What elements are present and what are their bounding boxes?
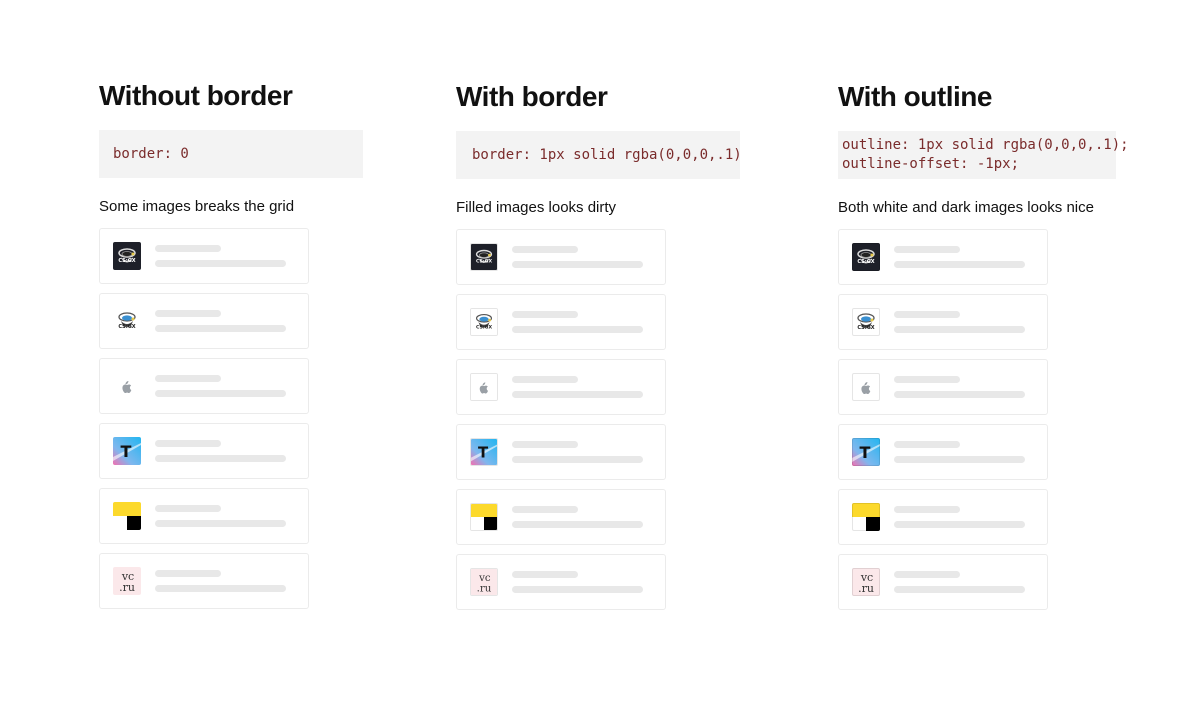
apple-icon bbox=[113, 372, 141, 400]
list-item: CS:GX bbox=[99, 293, 309, 349]
skeleton-title-line bbox=[894, 376, 960, 383]
skeleton-subtitle-line bbox=[512, 391, 643, 398]
code-snippet: border: 0 bbox=[99, 130, 363, 178]
mascot-dark-icon: CS:GX bbox=[852, 243, 880, 271]
skeleton-subtitle-line bbox=[155, 585, 286, 592]
mascot-light-icon: CS:GX bbox=[852, 308, 880, 336]
skeleton-title-line bbox=[894, 246, 960, 253]
skeleton-title-line bbox=[155, 245, 221, 252]
t-letter-icon: T bbox=[113, 437, 141, 465]
skeleton-title-line bbox=[512, 246, 578, 253]
apple-icon bbox=[852, 373, 880, 401]
skeleton-subtitle-line bbox=[155, 260, 286, 267]
skeleton-subtitle-line bbox=[894, 586, 1025, 593]
svg-text:.ru: .ru bbox=[858, 582, 874, 595]
list-item: CS:GX bbox=[456, 229, 666, 285]
vc-ru-icon: vc .ru bbox=[470, 568, 498, 596]
skeleton-subtitle-line bbox=[894, 326, 1025, 333]
svg-text:CS:GX: CS:GX bbox=[476, 259, 492, 265]
svg-text:CS:GX: CS:GX bbox=[118, 258, 135, 264]
column-title: With border bbox=[456, 81, 608, 112]
vc-ru-icon: vc .ru bbox=[113, 567, 141, 595]
skeleton-subtitle-line bbox=[155, 325, 286, 332]
list-item: T bbox=[838, 424, 1048, 480]
list-item bbox=[838, 489, 1048, 545]
skeleton-subtitle-line bbox=[155, 390, 286, 397]
skeleton-title-line bbox=[155, 375, 221, 382]
vc-ru-icon: vc .ru bbox=[852, 568, 880, 596]
list-item bbox=[456, 489, 666, 545]
column-title: Without border bbox=[99, 80, 293, 111]
list-item: vc .ru bbox=[838, 554, 1048, 610]
column-caption: Both white and dark images looks nice bbox=[838, 199, 1094, 216]
skeleton-subtitle-line bbox=[512, 326, 643, 333]
list-item: T bbox=[456, 424, 666, 480]
skeleton-title-line bbox=[894, 571, 960, 578]
skeleton-title-line bbox=[512, 441, 578, 448]
skeleton-title-line bbox=[512, 376, 578, 383]
column-without-border: Without border border: 0 Some images break… bbox=[99, 78, 363, 618]
skeleton-title-line bbox=[155, 570, 221, 577]
code-snippet: border: 1px solid rgba(0,0,0,.1) bbox=[456, 131, 742, 179]
svg-text:.ru: .ru bbox=[477, 583, 492, 594]
skeleton-subtitle-line bbox=[512, 521, 643, 528]
svg-text:CS:GX: CS:GX bbox=[118, 324, 135, 330]
logo-list: CS:GX CS:GX T vc .ru bbox=[99, 228, 363, 609]
yellow-black-squares-icon bbox=[470, 503, 498, 531]
column-with-outline: With outline outline: 1px solid rgba(0,0,… bbox=[838, 79, 1129, 619]
column-caption: Filled images looks dirty bbox=[456, 199, 617, 216]
mascot-dark-icon: CS:GX bbox=[470, 243, 498, 271]
svg-text:.ru: .ru bbox=[119, 581, 135, 594]
skeleton-subtitle-line bbox=[512, 586, 643, 593]
skeleton-subtitle-line bbox=[155, 455, 286, 462]
list-item bbox=[838, 359, 1048, 415]
mascot-dark-icon: CS:GX bbox=[113, 242, 141, 270]
svg-text:T: T bbox=[478, 444, 489, 462]
list-item: CS:GX bbox=[838, 294, 1048, 350]
t-letter-icon: T bbox=[852, 438, 880, 466]
svg-text:T: T bbox=[121, 442, 132, 461]
list-item: vc .ru bbox=[456, 554, 666, 610]
skeleton-subtitle-line bbox=[155, 520, 286, 527]
svg-text:CS:GX: CS:GX bbox=[857, 259, 874, 265]
skeleton-title-line bbox=[512, 311, 578, 318]
skeleton-title-line bbox=[155, 440, 221, 447]
list-item: CS:GX bbox=[456, 294, 666, 350]
column-title: With outline bbox=[838, 81, 992, 112]
skeleton-subtitle-line bbox=[894, 391, 1025, 398]
skeleton-title-line bbox=[894, 506, 960, 513]
skeleton-subtitle-line bbox=[894, 456, 1025, 463]
list-item: CS:GX bbox=[838, 229, 1048, 285]
list-item bbox=[99, 358, 309, 414]
skeleton-subtitle-line bbox=[894, 261, 1025, 268]
t-letter-icon: T bbox=[470, 438, 498, 466]
skeleton-title-line bbox=[894, 311, 960, 318]
list-item: vc .ru bbox=[99, 553, 309, 609]
skeleton-title-line bbox=[512, 571, 578, 578]
list-item bbox=[99, 488, 309, 544]
svg-text:CS:GX: CS:GX bbox=[857, 325, 874, 331]
logo-list: CS:GX CS:GX T vc .ru bbox=[456, 229, 740, 610]
yellow-black-squares-icon bbox=[113, 502, 141, 530]
list-item: T bbox=[99, 423, 309, 479]
apple-icon bbox=[470, 373, 498, 401]
column-with-border: With border border: 1px solid rgba(0,0,0,… bbox=[456, 79, 742, 619]
list-item: CS:GX bbox=[99, 228, 309, 284]
skeleton-title-line bbox=[894, 441, 960, 448]
logo-list: CS:GX CS:GX T vc .ru bbox=[838, 229, 1116, 610]
yellow-black-squares-icon bbox=[852, 503, 880, 531]
list-item bbox=[456, 359, 666, 415]
svg-text:T: T bbox=[860, 443, 871, 462]
mascot-light-icon: CS:GX bbox=[113, 307, 141, 335]
column-caption: Some images breaks the grid bbox=[99, 198, 295, 215]
skeleton-subtitle-line bbox=[894, 521, 1025, 528]
skeleton-title-line bbox=[155, 505, 221, 512]
code-snippet: outline: 1px solid rgba(0,0,0,.1); outli… bbox=[838, 131, 1129, 179]
mascot-light-icon: CS:GX bbox=[470, 308, 498, 336]
skeleton-subtitle-line bbox=[512, 261, 643, 268]
skeleton-title-line bbox=[155, 310, 221, 317]
svg-text:CS:GX: CS:GX bbox=[476, 325, 492, 331]
skeleton-title-line bbox=[512, 506, 578, 513]
skeleton-subtitle-line bbox=[512, 456, 643, 463]
